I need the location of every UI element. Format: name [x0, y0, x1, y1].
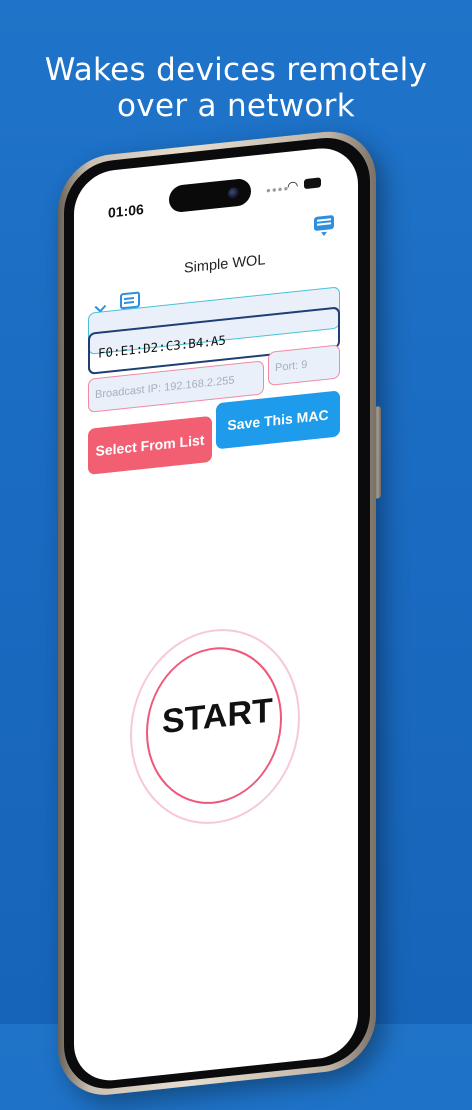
keyboard-icon[interactable]: [314, 214, 334, 232]
app-title: Simple WOL: [184, 252, 266, 277]
status-time: 01:06: [108, 200, 144, 221]
signal-dots-icon: ●●●●: [266, 183, 290, 196]
headline-line-2: over a network: [117, 88, 355, 124]
wifi-icon: ◠: [287, 177, 299, 194]
app-screen: 01:06 ●●●● ◠ Simple WOL ✕ F0:E1:D2:C3:B4…: [74, 144, 358, 1085]
save-this-mac-button[interactable]: Save This MAC: [216, 390, 340, 450]
phone-mockup: 01:06 ●●●● ◠ Simple WOL ✕ F0:E1:D2:C3:B4…: [58, 115, 388, 1110]
headline-line-1: Wakes devices remotely: [44, 52, 428, 88]
battery-icon: [304, 177, 321, 190]
headline: Wakes devices remotely over a network: [0, 52, 472, 124]
status-icons: ●●●● ◠: [266, 175, 326, 195]
camera-icon: [228, 186, 239, 200]
dynamic-island: [169, 177, 251, 214]
select-from-list-button[interactable]: Select From List: [88, 415, 212, 475]
port-input[interactable]: Port: 9: [268, 344, 340, 386]
